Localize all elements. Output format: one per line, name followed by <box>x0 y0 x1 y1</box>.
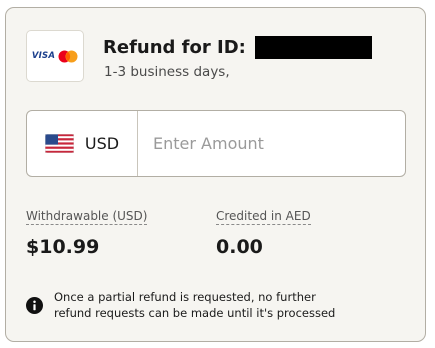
currency-code: USD <box>84 134 120 153</box>
withdrawable-value: $10.99 <box>26 236 100 258</box>
visa-logo: VISA <box>31 51 56 61</box>
refund-notice: Once a partial refund is requested, no f… <box>26 289 421 321</box>
amount-input[interactable] <box>138 111 405 176</box>
page-title: Refund for ID: <box>103 36 246 58</box>
notice-line-2: refund requests can be made until it's p… <box>54 306 336 320</box>
withdrawable-label: Withdrawable (USD) <box>26 209 148 225</box>
mastercard-logo-icon <box>58 50 78 62</box>
notice-line-1: Once a partial refund is requested, no f… <box>54 290 316 304</box>
us-flag-icon <box>44 134 74 153</box>
currency-selector[interactable]: USD <box>27 111 138 176</box>
redacted-refund-id <box>254 35 372 59</box>
credited-value: 0.00 <box>216 236 263 258</box>
payment-method-logo: VISA <box>26 30 84 82</box>
title-row: Refund for ID: <box>103 35 372 59</box>
amount-field: USD <box>26 110 406 177</box>
refund-card: VISA Refund for ID: 1-3 business days, U… <box>5 7 426 342</box>
notice-text: Once a partial refund is requested, no f… <box>54 289 335 321</box>
credited-label: Credited in AED <box>216 209 311 225</box>
processing-time: 1-3 business days, <box>104 64 230 80</box>
info-icon <box>26 296 43 314</box>
